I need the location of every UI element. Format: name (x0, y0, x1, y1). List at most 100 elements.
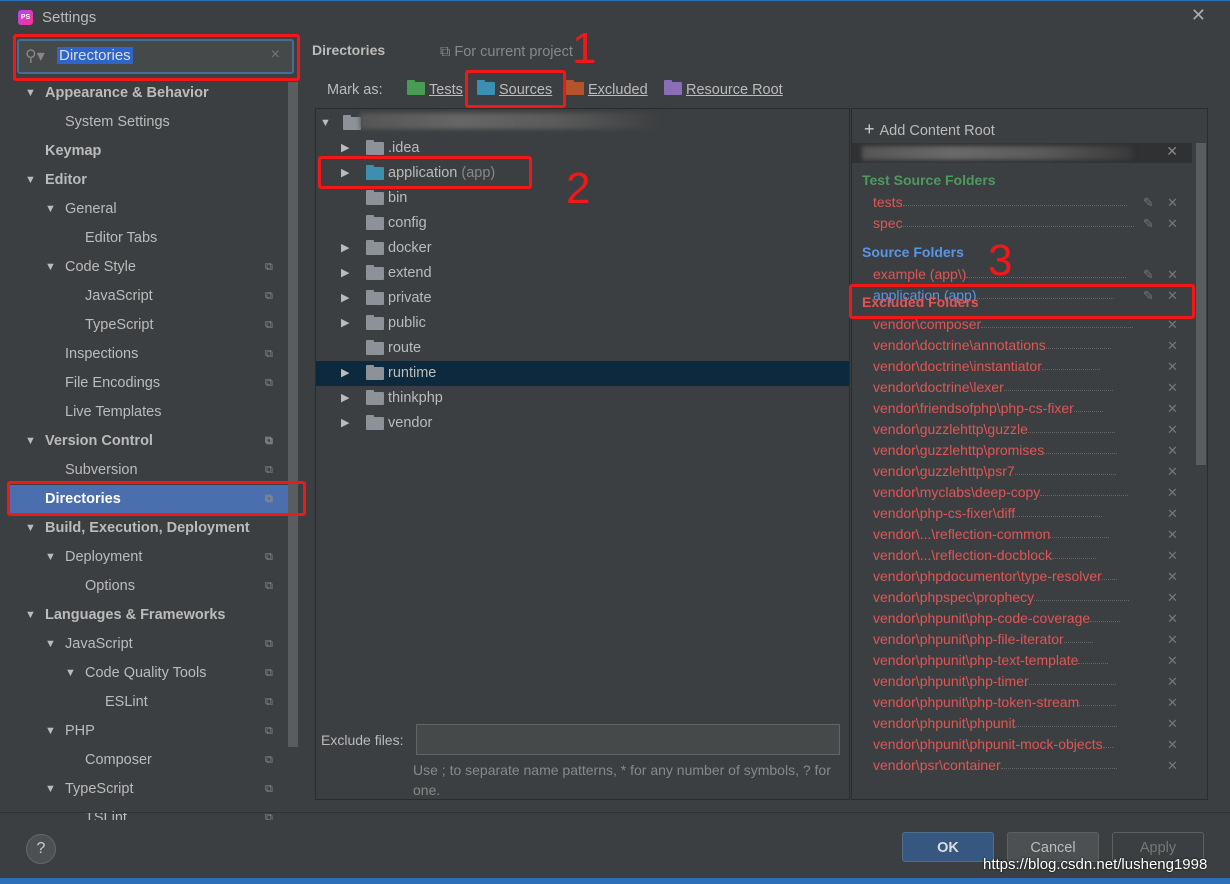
sidebar-item[interactable]: JavaScript ⧉ (8, 282, 288, 311)
remove-icon[interactable]: ✕ (1167, 587, 1178, 608)
sidebar-item[interactable]: ▼ Editor (8, 166, 288, 195)
help-button[interactable]: ? (26, 834, 56, 864)
expand-right-icon[interactable]: ▶ (341, 261, 349, 286)
expand-down-icon[interactable]: ▼ (65, 659, 76, 688)
root-folder-item[interactable]: vendor\guzzlehttp\promises ✕ (873, 440, 1178, 461)
root-folder-item[interactable]: vendor\phpunit\phpunit-mock-objects ✕ (873, 734, 1178, 755)
root-folder-item[interactable]: vendor\phpunit\php-file-iterator ✕ (873, 629, 1178, 650)
sidebar-item[interactable]: ▼ PHP ⧉ (8, 717, 288, 746)
remove-icon[interactable]: ✕ (1167, 264, 1178, 285)
sidebar-item[interactable]: ▼ Deployment ⧉ (8, 543, 288, 572)
root-folder-item[interactable]: vendor\phpunit\php-timer ✕ (873, 671, 1178, 692)
remove-icon[interactable]: ✕ (1167, 192, 1178, 213)
ok-button[interactable]: OK (902, 832, 994, 862)
remove-icon[interactable]: ✕ (1167, 398, 1178, 419)
remove-icon[interactable]: ✕ (1167, 377, 1178, 398)
expand-down-icon[interactable]: ▼ (45, 630, 56, 659)
sidebar-item[interactable]: ▼ General (8, 195, 288, 224)
remove-icon[interactable]: ✕ (1167, 503, 1178, 524)
expand-right-icon[interactable]: ▶ (341, 386, 349, 411)
tree-item[interactable]: ▶ vendor (316, 411, 849, 436)
sidebar-item[interactable]: ESLint ⧉ (8, 688, 288, 717)
root-folder-item[interactable]: vendor\myclabs\deep-copy ✕ (873, 482, 1178, 503)
sidebar-item[interactable]: Editor Tabs (8, 224, 288, 253)
edit-icon[interactable]: ✎ (1143, 264, 1154, 285)
sidebar-item[interactable]: ▼ TypeScript ⧉ (8, 775, 288, 804)
root-folder-item[interactable]: vendor\doctrine\lexer ✕ (873, 377, 1178, 398)
remove-icon[interactable]: ✕ (1167, 356, 1178, 377)
sidebar-item[interactable]: Live Templates (8, 398, 288, 427)
root-folder-item[interactable]: vendor\guzzlehttp\guzzle ✕ (873, 419, 1178, 440)
remove-icon[interactable]: ✕ (1167, 461, 1178, 482)
expand-down-icon[interactable]: ▼ (25, 166, 36, 195)
sidebar-item[interactable]: System Settings (8, 108, 288, 137)
remove-icon[interactable]: ✕ (1167, 524, 1178, 545)
remove-root-icon[interactable]: ✕ (1166, 143, 1178, 160)
sidebar-item[interactable]: Composer ⧉ (8, 746, 288, 775)
expand-down-icon[interactable]: ▼ (25, 82, 36, 108)
expand-right-icon[interactable]: ▶ (341, 286, 349, 311)
sidebar-item[interactable]: ▼ JavaScript ⧉ (8, 630, 288, 659)
root-folder-item[interactable]: vendor\friendsofphp\php-cs-fixer ✕ (873, 398, 1178, 419)
sidebar-item[interactable]: ▼ Code Style ⧉ (8, 253, 288, 282)
root-folder-item[interactable]: vendor\phpunit\php-text-template ✕ (873, 650, 1178, 671)
remove-icon[interactable]: ✕ (1167, 608, 1178, 629)
expand-down-icon[interactable]: ▼ (320, 111, 331, 136)
tree-item[interactable]: ▶ extend (316, 261, 849, 286)
exclude-files-input[interactable] (416, 724, 840, 755)
expand-right-icon[interactable]: ▶ (341, 236, 349, 261)
root-folder-item[interactable]: example (app\) ✎ ✕ (873, 264, 1178, 285)
remove-icon[interactable]: ✕ (1167, 755, 1178, 776)
sidebar-item[interactable]: ▼ Build, Execution, Deployment (8, 514, 288, 543)
root-folder-item[interactable]: vendor\...\reflection-docblock ✕ (873, 545, 1178, 566)
tree-item[interactable]: ▶ docker (316, 236, 849, 261)
sidebar-item[interactable]: ▼ Code Quality Tools ⧉ (8, 659, 288, 688)
root-folder-item[interactable]: vendor\guzzlehttp\psr7 ✕ (873, 461, 1178, 482)
edit-icon[interactable]: ✎ (1143, 192, 1154, 213)
expand-down-icon[interactable]: ▼ (45, 543, 56, 572)
tree-item[interactable]: ▶ public (316, 311, 849, 336)
expand-right-icon[interactable]: ▶ (341, 311, 349, 336)
expand-right-icon[interactable]: ▶ (341, 411, 349, 436)
tree-item[interactable]: ▶ private (316, 286, 849, 311)
sidebar-scrollbar[interactable] (288, 82, 298, 747)
root-folder-item[interactable]: vendor\phpunit\phpunit ✕ (873, 713, 1178, 734)
root-folder-item[interactable]: vendor\doctrine\annotations ✕ (873, 335, 1178, 356)
sidebar-item[interactable]: File Encodings ⧉ (8, 369, 288, 398)
root-folder-item[interactable]: vendor\doctrine\instantiator ✕ (873, 356, 1178, 377)
remove-icon[interactable]: ✕ (1167, 482, 1178, 503)
remove-icon[interactable]: ✕ (1167, 545, 1178, 566)
root-folder-item[interactable]: vendor\phpspec\prophecy ✕ (873, 587, 1178, 608)
mark-as-excluded-button[interactable]: Excluded (566, 80, 648, 98)
expand-right-icon[interactable]: ▶ (341, 361, 349, 386)
sidebar-item[interactable]: Inspections ⧉ (8, 340, 288, 369)
remove-icon[interactable]: ✕ (1167, 440, 1178, 461)
expand-down-icon[interactable]: ▼ (45, 253, 56, 282)
remove-icon[interactable]: ✕ (1167, 213, 1178, 234)
root-folder-item[interactable]: vendor\phpunit\php-token-stream ✕ (873, 692, 1178, 713)
remove-icon[interactable]: ✕ (1167, 566, 1178, 587)
root-folder-item[interactable]: tests ✎ ✕ (873, 192, 1178, 213)
add-content-root-button[interactable]: + Add Content Root (864, 119, 995, 140)
sidebar-item[interactable]: Options ⧉ (8, 572, 288, 601)
root-folder-item[interactable]: vendor\phpunit\php-code-coverage ✕ (873, 608, 1178, 629)
remove-icon[interactable]: ✕ (1167, 419, 1178, 440)
sidebar-item[interactable]: ▼ Version Control ⧉ (8, 427, 288, 456)
remove-icon[interactable]: ✕ (1167, 629, 1178, 650)
expand-down-icon[interactable]: ▼ (25, 427, 36, 456)
roots-scrollbar[interactable] (1196, 143, 1206, 465)
mark-as-resource-root-button[interactable]: Resource Root (664, 80, 783, 98)
close-icon[interactable]: ✕ (1191, 5, 1206, 26)
expand-down-icon[interactable]: ▼ (25, 601, 36, 630)
tree-item[interactable]: ▶ thinkphp (316, 386, 849, 411)
remove-icon[interactable]: ✕ (1167, 692, 1178, 713)
tree-item[interactable]: config (316, 211, 849, 236)
tree-item[interactable]: route (316, 336, 849, 361)
remove-icon[interactable]: ✕ (1167, 671, 1178, 692)
root-folder-item[interactable]: spec ✎ ✕ (873, 213, 1178, 234)
root-folder-item[interactable]: vendor\...\reflection-common ✕ (873, 524, 1178, 545)
remove-icon[interactable]: ✕ (1167, 713, 1178, 734)
sidebar-item[interactable]: Keymap (8, 137, 288, 166)
remove-icon[interactable]: ✕ (1167, 734, 1178, 755)
edit-icon[interactable]: ✎ (1143, 213, 1154, 234)
